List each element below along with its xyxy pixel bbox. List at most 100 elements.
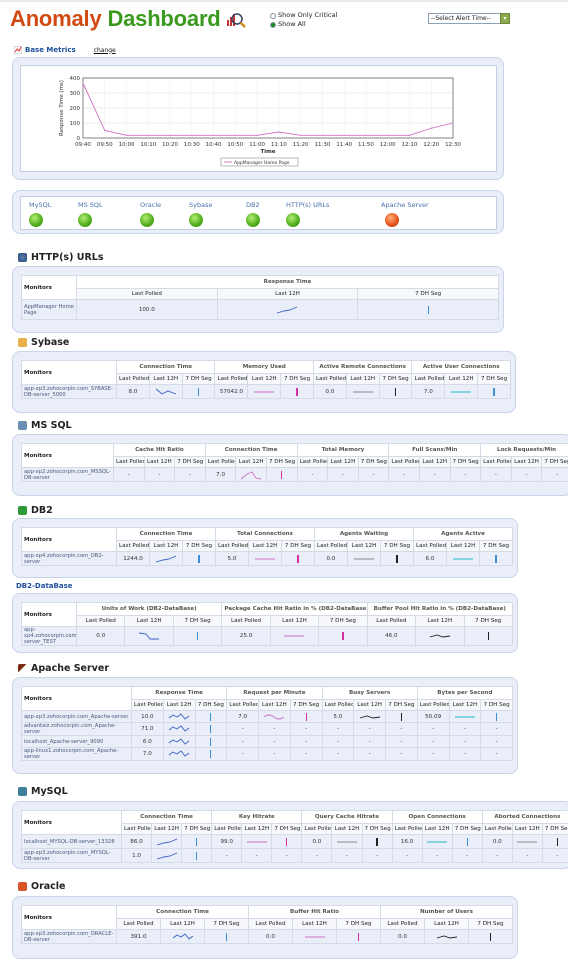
seven-day-cell (271, 834, 303, 849)
column-header-last12: Last 12H (345, 373, 380, 385)
monitor-name-link[interactable]: app-linux1.zohocorpin.com_Apache-server (21, 747, 132, 761)
sparkline-path (277, 306, 298, 313)
column-header-last-polled: Last Polled (411, 373, 446, 385)
column-header-last-polled: Last Polled (75, 615, 126, 627)
monitor-name-link[interactable]: app-xp3.zohocorpin.com_Apache-server (21, 710, 132, 723)
last12h-cell (415, 626, 465, 646)
column-header-seven: 7 DH Seg (281, 540, 315, 552)
section-http: HTTP(s) URLs (18, 252, 103, 263)
column-header-last-polled: Last Polled (116, 918, 161, 930)
last12h-cell (331, 834, 363, 849)
y-tick-label: 100 (70, 121, 81, 127)
sparkline (168, 737, 190, 745)
monitor-name-link[interactable]: app-xp4.zohocorpin.com_DB2-server (21, 551, 117, 566)
column-header-last12: Last 12H (148, 373, 183, 385)
db2db-table: Monitors Units of Work (DB2-DataBase) Pack… (21, 602, 514, 646)
metric-group-header: Aborted Connections (481, 810, 568, 824)
sparkline-path (156, 852, 177, 859)
sparkline-path (429, 634, 450, 638)
y-tick-label: 300 (70, 91, 81, 97)
table-row: app-xp3.zohocorpin.com_Apache-server 10.0… (21, 710, 513, 723)
sparkline (352, 391, 373, 392)
sparkline (427, 841, 448, 842)
monitor-name-link[interactable]: localhost_Apache-server_9090 (21, 735, 132, 748)
monitor-link-ms-sql[interactable]: MS SQL (78, 201, 103, 209)
column-header-last12: Last 12H (235, 456, 267, 468)
monitor-link-sybase[interactable]: Sybase (189, 201, 212, 209)
seven-day-cell (380, 551, 414, 566)
monitor-name-link[interactable]: app-xp3.zohocorpin.com_SYBASE-DB-server_… (21, 384, 117, 399)
column-header-last-polled: Last Polled (413, 540, 447, 552)
mysql-icon (18, 787, 27, 796)
seven-day-bar (196, 851, 198, 860)
column-header-seven: 7 DH Seg (174, 456, 206, 468)
last12h-cell (511, 834, 543, 849)
monitor-link-http-s-urls[interactable]: HTTP(s) URLs (286, 201, 329, 209)
monitor-link-mysql[interactable]: MySQL (29, 201, 51, 209)
x-tick-label: 12:30 (445, 142, 461, 148)
column-header-seven: 7 DH Seg (385, 699, 418, 711)
data-point (430, 127, 432, 129)
seven-day-bar (286, 837, 288, 846)
seven-day-cell (281, 551, 315, 566)
chevron-down-icon[interactable]: ▾ (500, 13, 510, 24)
section-oracle: Oracle (18, 881, 66, 892)
monitor-name-link[interactable]: advantaiz.zohocorpin.com_Apache-server (21, 722, 132, 736)
alert-time-select[interactable]: --Select Alert Time-- ▾ (428, 13, 510, 24)
radio-circle-selected[interactable] (270, 21, 276, 28)
status-light-green[interactable] (189, 213, 203, 227)
monitor-name-link[interactable]: app-xp2.zohocorpin.com_MSSQL-DB-server (21, 467, 114, 482)
status-light-green[interactable] (246, 213, 260, 227)
x-tick-label: 11:40 (336, 142, 352, 148)
chart-panel: 0 100 200 300 400 09:40 09:50 10:00 10:10 10:20 10… (12, 57, 504, 180)
status-light-green[interactable] (78, 213, 92, 227)
radio-circle[interactable] (270, 12, 276, 19)
column-header-last12: Last 12H (353, 699, 386, 711)
monitor-link-db-[interactable]: DB2 (246, 201, 260, 209)
seven-day-bar (427, 305, 429, 314)
monitor-link-apache-server[interactable]: Apache Server (381, 201, 429, 209)
radio-show-critical[interactable]: Show Only Critical (270, 11, 337, 20)
sparkline-path (168, 750, 190, 757)
change-link[interactable]: change (94, 47, 116, 54)
seven-day-cell: - (385, 722, 418, 736)
table-row: localhost_Apache-server_9090 6.0- - - - - - - - - (21, 735, 513, 748)
monitor-link-oracle[interactable]: Oracle (140, 201, 161, 209)
sparkline (429, 634, 450, 638)
last-polled-value: - (321, 747, 355, 761)
data-point (321, 134, 324, 136)
monitor-name-link[interactable]: app-xp4.zohocorpin.com_DB2-server_TEST (21, 626, 77, 646)
seven-day-cell (479, 551, 513, 566)
column-header-last-polled: Last Polled (211, 823, 243, 835)
status-light-green[interactable] (286, 213, 300, 227)
data-point (278, 131, 280, 133)
column-header-last12: Last 12H (331, 823, 363, 835)
status-light-green[interactable] (29, 213, 43, 227)
last-polled-value: 7.0 (131, 747, 164, 761)
sparkline-path (359, 715, 380, 718)
column-header-last-polled: Last Polled (76, 288, 218, 300)
seven-day-cell: - (289, 747, 323, 761)
monitor-name-link[interactable]: app-xp3.zohocorpin.com_ORACLE-DB-server (21, 929, 117, 944)
sparkline (156, 852, 177, 859)
last-polled-value: 50.09 (416, 710, 450, 723)
metric-group-header: Total Connections (215, 527, 315, 541)
radio-show-all[interactable]: Show All (270, 20, 337, 29)
monitor-name-link[interactable]: localhost_MYSQL-DB-server_13328 (21, 834, 122, 849)
status-light-green[interactable] (140, 213, 154, 227)
column-header-last12: Last 12H (421, 823, 453, 835)
table-row: app-linux1.zohocorpin.com_Apache-server 7… (21, 747, 513, 761)
metric-group-header: Connection Time (116, 527, 216, 541)
metric-group-header: Key Hitrate (211, 810, 303, 824)
status-light-red[interactable] (385, 213, 399, 227)
seven-day-cell (204, 929, 249, 944)
monitor-name-link[interactable]: AppManager Home Page (21, 299, 77, 320)
last-polled-value: - (226, 747, 259, 761)
seven-day-cell (336, 929, 381, 944)
monitor-name-link[interactable]: app-xp3.zohocorpin.com_MYSQL-DB-server (21, 848, 122, 863)
base-metrics-header: Base Metrics change (14, 46, 116, 54)
last-polled-value: 0.0 (301, 834, 333, 849)
data-point (147, 134, 149, 136)
last-polled-value: 1.0 (120, 848, 153, 863)
column-header-last12: Last 12H (347, 540, 381, 552)
